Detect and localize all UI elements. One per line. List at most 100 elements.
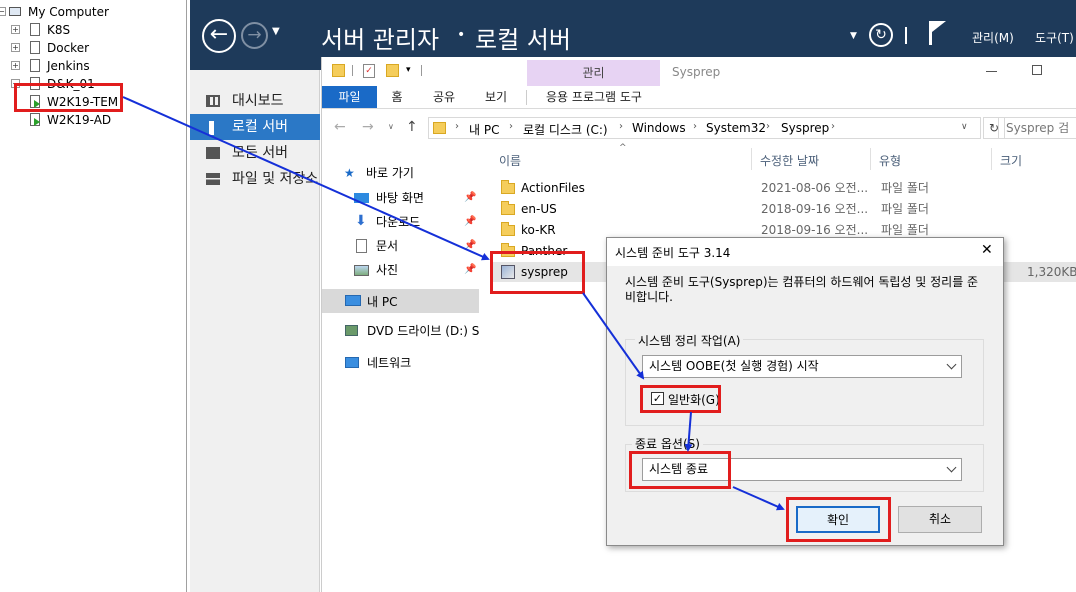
collapse-icon[interactable]: −: [0, 7, 6, 16]
properties-icon[interactable]: ✓: [363, 64, 375, 78]
column-header-date[interactable]: 수정한 날짜: [760, 152, 819, 169]
pin-icon[interactable]: 📌: [464, 212, 476, 232]
menu-tools[interactable]: 도구(T): [1035, 29, 1074, 46]
recent-dropdown-icon[interactable]: ∨: [388, 122, 394, 131]
customize-qat-icon[interactable]: ▾: [406, 65, 411, 75]
dvd-icon: [345, 325, 358, 336]
vm-running-icon: [30, 113, 40, 126]
back-arrow-icon[interactable]: ←: [334, 119, 346, 135]
history-dropdown-icon[interactable]: ▼: [272, 26, 280, 37]
document-icon: [356, 239, 367, 253]
menu-manage[interactable]: 관리(M): [972, 29, 1014, 46]
tree-item-label: Jenkins: [47, 59, 90, 73]
path-segment[interactable]: System32: [706, 121, 766, 135]
servers-icon: [206, 147, 220, 159]
header-title: 서버 관리자: [321, 26, 440, 54]
nav-local-server[interactable]: 로컬 서버: [190, 114, 320, 140]
divider: [526, 90, 527, 105]
chevron-right-icon: ›: [766, 121, 770, 132]
file-name: en-US: [521, 202, 557, 216]
nav-label: 다운로드: [376, 215, 421, 229]
cancel-button[interactable]: 취소: [898, 506, 982, 533]
folder-icon: [501, 222, 515, 236]
refresh-icon[interactable]: ↻: [869, 23, 893, 47]
divider: [421, 65, 422, 76]
download-icon: ⬇: [355, 213, 367, 229]
forward-arrow-icon[interactable]: →: [362, 119, 374, 135]
file-name: ko-KR: [521, 223, 556, 237]
tab-view[interactable]: 보기: [476, 86, 516, 108]
back-icon[interactable]: ←: [202, 19, 236, 53]
tree-item-label: K8S: [47, 23, 71, 37]
file-row[interactable]: ActionFiles 2021-08-06 오전... 파일 폴더: [499, 178, 1076, 198]
forward-icon[interactable]: →: [241, 22, 268, 49]
maximize-icon[interactable]: [1032, 65, 1042, 75]
cleanup-label: 시스템 정리 작업(A): [635, 332, 744, 349]
column-header-type[interactable]: 유형: [879, 152, 901, 169]
nav-pictures[interactable]: 사진 📌: [354, 260, 479, 280]
folder-icon: [433, 122, 446, 134]
nav-desktop[interactable]: 바탕 화면 📌: [354, 188, 479, 208]
column-header-name[interactable]: 이름: [499, 152, 521, 169]
divider: [905, 27, 907, 44]
search-box[interactable]: Sysprep 검: [998, 117, 1076, 139]
tab-app-tools[interactable]: 응용 프로그램 도구: [534, 86, 654, 108]
file-row[interactable]: en-US 2018-09-16 오전... 파일 폴더: [499, 199, 1076, 219]
close-icon[interactable]: ✕: [981, 242, 993, 258]
nav-documents[interactable]: 문서 📌: [354, 236, 479, 256]
expand-icon[interactable]: +: [11, 43, 20, 52]
nav-dashboard[interactable]: 대시보드: [190, 88, 320, 114]
address-dropdown-icon[interactable]: ∨: [961, 122, 968, 132]
dialog-description: 시스템 준비 도구(Sysprep)는 컴퓨터의 하드웨어 독립성 및 정리를 …: [625, 275, 979, 304]
address-row: ← → ∨ ↑ › 내 PC › 로컬 디스크 (C:) › Windows ›…: [322, 116, 1076, 142]
up-arrow-icon[interactable]: ↑: [406, 119, 418, 135]
nav-all-servers[interactable]: 모든 서버: [190, 140, 320, 166]
column-divider: [751, 148, 752, 170]
path-segment[interactable]: Sysprep: [781, 121, 829, 135]
nav-file-storage[interactable]: 파일 및 저장소: [190, 166, 320, 192]
tree-item-label: Docker: [47, 41, 90, 55]
column-divider: [870, 148, 871, 170]
dialog-title: 시스템 준비 도구 3.14: [615, 246, 731, 260]
sort-arrow-icon: ^: [619, 143, 627, 153]
nav-downloads[interactable]: ⬇ 다운로드 📌: [354, 212, 479, 232]
nav-label: 사진: [376, 263, 399, 277]
chevron-right-icon: ›: [693, 121, 697, 132]
network-icon: [345, 357, 359, 368]
tab-file[interactable]: 파일: [322, 86, 377, 108]
path-segment[interactable]: 로컬 디스크 (C:): [523, 121, 608, 138]
highlight-ok-button: [786, 497, 891, 542]
explorer-titlebar: ✓ ▾ 관리 Sysprep: [322, 57, 1076, 86]
folder-vm-icon: [30, 41, 40, 54]
address-bar[interactable]: › 내 PC › 로컬 디스크 (C:) › Windows › System3…: [428, 117, 981, 139]
divider: [352, 65, 353, 76]
nav-label: 바로 가기: [366, 166, 414, 180]
minimize-icon[interactable]: [986, 71, 997, 72]
context-tab-manage[interactable]: 관리: [527, 60, 660, 86]
pin-icon[interactable]: 📌: [464, 236, 476, 256]
path-segment[interactable]: 내 PC: [469, 121, 499, 138]
folder-icon: [332, 64, 345, 77]
new-folder-icon[interactable]: [386, 64, 399, 77]
dashboard-icon: [206, 95, 220, 107]
folder-vm-icon: [30, 23, 40, 36]
cleanup-action-select[interactable]: 시스템 OOBE(첫 실행 경험) 시작: [642, 355, 962, 378]
column-header-size[interactable]: 크기: [1000, 152, 1022, 169]
nav-this-pc[interactable]: 내 PC: [322, 289, 479, 313]
star-icon: ★: [344, 166, 355, 180]
nav-label: 문서: [376, 239, 399, 253]
select-value: 시스템 OOBE(첫 실행 경험) 시작: [649, 359, 819, 373]
dropdown-icon[interactable]: ▼: [850, 31, 857, 41]
tab-share[interactable]: 공유: [426, 86, 462, 108]
expand-icon[interactable]: +: [11, 61, 20, 70]
tab-home[interactable]: 홈: [382, 86, 412, 108]
navigation-pane: ★ 바로 가기 바탕 화면 📌 ⬇ 다운로드 📌 문서 📌 사진 📌 내 PC: [322, 145, 479, 592]
path-segment[interactable]: Windows: [632, 121, 686, 135]
folder-icon: [501, 180, 515, 194]
desktop-icon: [354, 193, 369, 203]
expand-icon[interactable]: +: [11, 25, 20, 34]
pin-icon[interactable]: 📌: [464, 260, 476, 280]
computer-icon: [345, 295, 361, 306]
dialog-titlebar: 시스템 준비 도구 3.14 ✕: [607, 238, 1003, 266]
pin-icon[interactable]: 📌: [464, 188, 476, 208]
